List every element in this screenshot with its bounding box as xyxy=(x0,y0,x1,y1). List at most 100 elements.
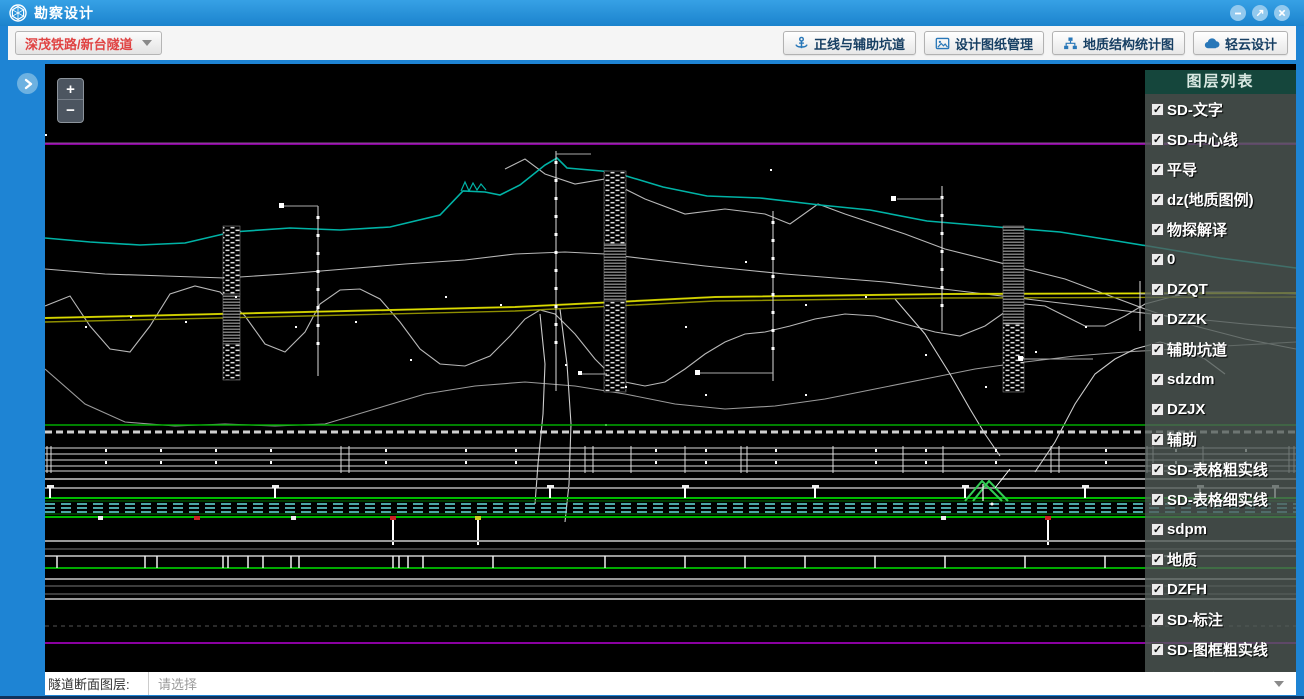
layer-checkbox[interactable] xyxy=(1151,103,1164,116)
layer-item[interactable]: SD-文字 xyxy=(1145,94,1296,124)
layer-item[interactable]: 辅助 xyxy=(1145,424,1296,454)
layer-item[interactable]: SD-标注 xyxy=(1145,604,1296,634)
layer-label: sdzdm xyxy=(1167,371,1215,388)
layer-checkbox[interactable] xyxy=(1151,433,1164,446)
cad-canvas[interactable]: + − 图层列表 SD-文字 SD-中心线 平导 dz(地质图例) 物探解译 0… xyxy=(45,64,1296,672)
layer-label: SD-文字 xyxy=(1167,99,1223,120)
design-drawings-button[interactable]: 设计图纸管理 xyxy=(924,31,1044,55)
layer-item[interactable]: SD-表格细实线 xyxy=(1145,484,1296,514)
layer-checkbox[interactable] xyxy=(1151,223,1164,236)
borehole-column xyxy=(223,226,240,380)
button-label: 正线与辅助坑道 xyxy=(814,34,905,53)
layer-checkbox[interactable] xyxy=(1151,343,1164,356)
tunnel-section-layer-label: 隧道断面图层: xyxy=(45,674,148,693)
layer-checkbox[interactable] xyxy=(1151,283,1164,296)
layer-label: dz(地质图例) xyxy=(1167,189,1254,210)
borehole-column xyxy=(1003,226,1024,392)
layer-label: SD-表格细实线 xyxy=(1167,489,1268,510)
geology-structure-chart-button[interactable]: 地质结构统计图 xyxy=(1052,31,1185,55)
layer-checkbox[interactable] xyxy=(1151,253,1164,266)
layer-item[interactable]: dz(地质图例) xyxy=(1145,184,1296,214)
layer-item[interactable]: sdpm xyxy=(1145,514,1296,544)
survey-verticals xyxy=(279,151,1180,391)
close-icon xyxy=(1277,8,1287,18)
layer-item[interactable]: DZZK xyxy=(1145,304,1296,334)
layer-label: DZJX xyxy=(1167,401,1205,418)
cloud-icon xyxy=(1204,36,1220,51)
layer-checkbox[interactable] xyxy=(1151,553,1164,566)
zoom-control: + − xyxy=(57,78,84,123)
layer-item[interactable]: dz(小拉装图) xyxy=(1145,664,1296,672)
chevron-right-icon xyxy=(22,78,34,90)
layer-item[interactable]: 辅助坑道 xyxy=(1145,334,1296,364)
layer-label: SD-标注 xyxy=(1167,609,1223,630)
mainline-aux-tunnel-button[interactable]: 正线与辅助坑道 xyxy=(783,31,916,55)
layer-checkbox[interactable] xyxy=(1151,613,1164,626)
layer-checkbox[interactable] xyxy=(1151,523,1164,536)
select-placeholder: 请选择 xyxy=(149,674,197,693)
layer-label: SD-表格粗实线 xyxy=(1167,459,1268,480)
app-title: 勘察设计 xyxy=(34,3,94,23)
layer-item[interactable]: SD-图框粗实线 xyxy=(1145,634,1296,664)
layer-label: 0 xyxy=(1167,251,1175,268)
layer-panel-title: 图层列表 xyxy=(1145,70,1296,94)
survey-dots xyxy=(45,134,1087,426)
layer-item[interactable]: DZFH xyxy=(1145,574,1296,604)
geological-profile-drawing xyxy=(45,64,1296,672)
project-selector-label: 深茂铁路/新台隧道 xyxy=(25,34,133,53)
expand-panel-button[interactable] xyxy=(17,73,38,94)
light-cloud-design-button[interactable]: 轻云设计 xyxy=(1193,31,1288,55)
layer-item[interactable]: SD-表格粗实线 xyxy=(1145,454,1296,484)
layer-item[interactable]: DZJX xyxy=(1145,394,1296,424)
layer-item[interactable]: 0 xyxy=(1145,244,1296,274)
layer-item[interactable]: 平导 xyxy=(1145,154,1296,184)
zoom-in-button[interactable]: + xyxy=(58,79,83,100)
layer-checkbox[interactable] xyxy=(1151,313,1164,326)
button-label: 设计图纸管理 xyxy=(955,34,1033,53)
layer-label: SD-图框粗实线 xyxy=(1167,639,1268,660)
profile-table-section xyxy=(45,425,1296,626)
layer-label: 辅助 xyxy=(1167,429,1197,450)
maximize-button[interactable] xyxy=(1252,5,1268,21)
button-label: 轻云设计 xyxy=(1225,34,1277,53)
app-logo-icon xyxy=(9,4,27,22)
minimize-button[interactable] xyxy=(1230,5,1246,21)
layer-label: 辅助坑道 xyxy=(1167,339,1227,360)
toolbar: 深茂铁路/新台隧道 正线与辅助坑道 设计图纸管理 xyxy=(8,26,1296,60)
borehole-column xyxy=(604,171,626,392)
track-band xyxy=(45,469,1296,545)
layer-label: sdpm xyxy=(1167,521,1207,538)
layer-item[interactable]: sdzdm xyxy=(1145,364,1296,394)
anchor-icon xyxy=(794,36,809,51)
layer-checkbox[interactable] xyxy=(1151,403,1164,416)
button-label: 地质结构统计图 xyxy=(1083,34,1174,53)
tunnel-section-layer-select[interactable]: 请选择 xyxy=(148,672,1296,695)
layer-panel: 图层列表 SD-文字 SD-中心线 平导 dz(地质图例) 物探解译 0 DZQ… xyxy=(1145,70,1296,672)
layer-checkbox[interactable] xyxy=(1151,643,1164,656)
layer-checkbox[interactable] xyxy=(1151,463,1164,476)
minimize-icon xyxy=(1233,8,1243,18)
layer-label: DZFH xyxy=(1167,581,1207,598)
layer-checkbox[interactable] xyxy=(1151,493,1164,506)
window-controls xyxy=(1230,5,1290,21)
layer-item[interactable]: DZQT xyxy=(1145,274,1296,304)
layer-item[interactable]: 物探解译 xyxy=(1145,214,1296,244)
layer-checkbox[interactable] xyxy=(1151,163,1164,176)
chevron-down-icon xyxy=(1274,681,1284,687)
zoom-out-button[interactable]: − xyxy=(58,100,83,121)
sitemap-icon xyxy=(1063,36,1078,51)
layer-checkbox[interactable] xyxy=(1151,193,1164,206)
layer-label: DZQT xyxy=(1167,281,1208,298)
drawing-file-icon xyxy=(935,36,950,51)
project-selector[interactable]: 深茂铁路/新台隧道 xyxy=(15,31,162,55)
layer-checkbox[interactable] xyxy=(1151,583,1164,596)
green-line-ticks xyxy=(57,556,1105,568)
close-button[interactable] xyxy=(1274,5,1290,21)
layer-item[interactable]: 地质 xyxy=(1145,544,1296,574)
layer-checkbox[interactable] xyxy=(1151,373,1164,386)
layer-item[interactable]: SD-中心线 xyxy=(1145,124,1296,154)
maximize-icon xyxy=(1255,8,1265,18)
layer-checkbox[interactable] xyxy=(1151,133,1164,146)
layer-label: SD-中心线 xyxy=(1167,129,1238,150)
toolbar-buttons: 正线与辅助坑道 设计图纸管理 地质结构统计图 xyxy=(783,31,1288,55)
